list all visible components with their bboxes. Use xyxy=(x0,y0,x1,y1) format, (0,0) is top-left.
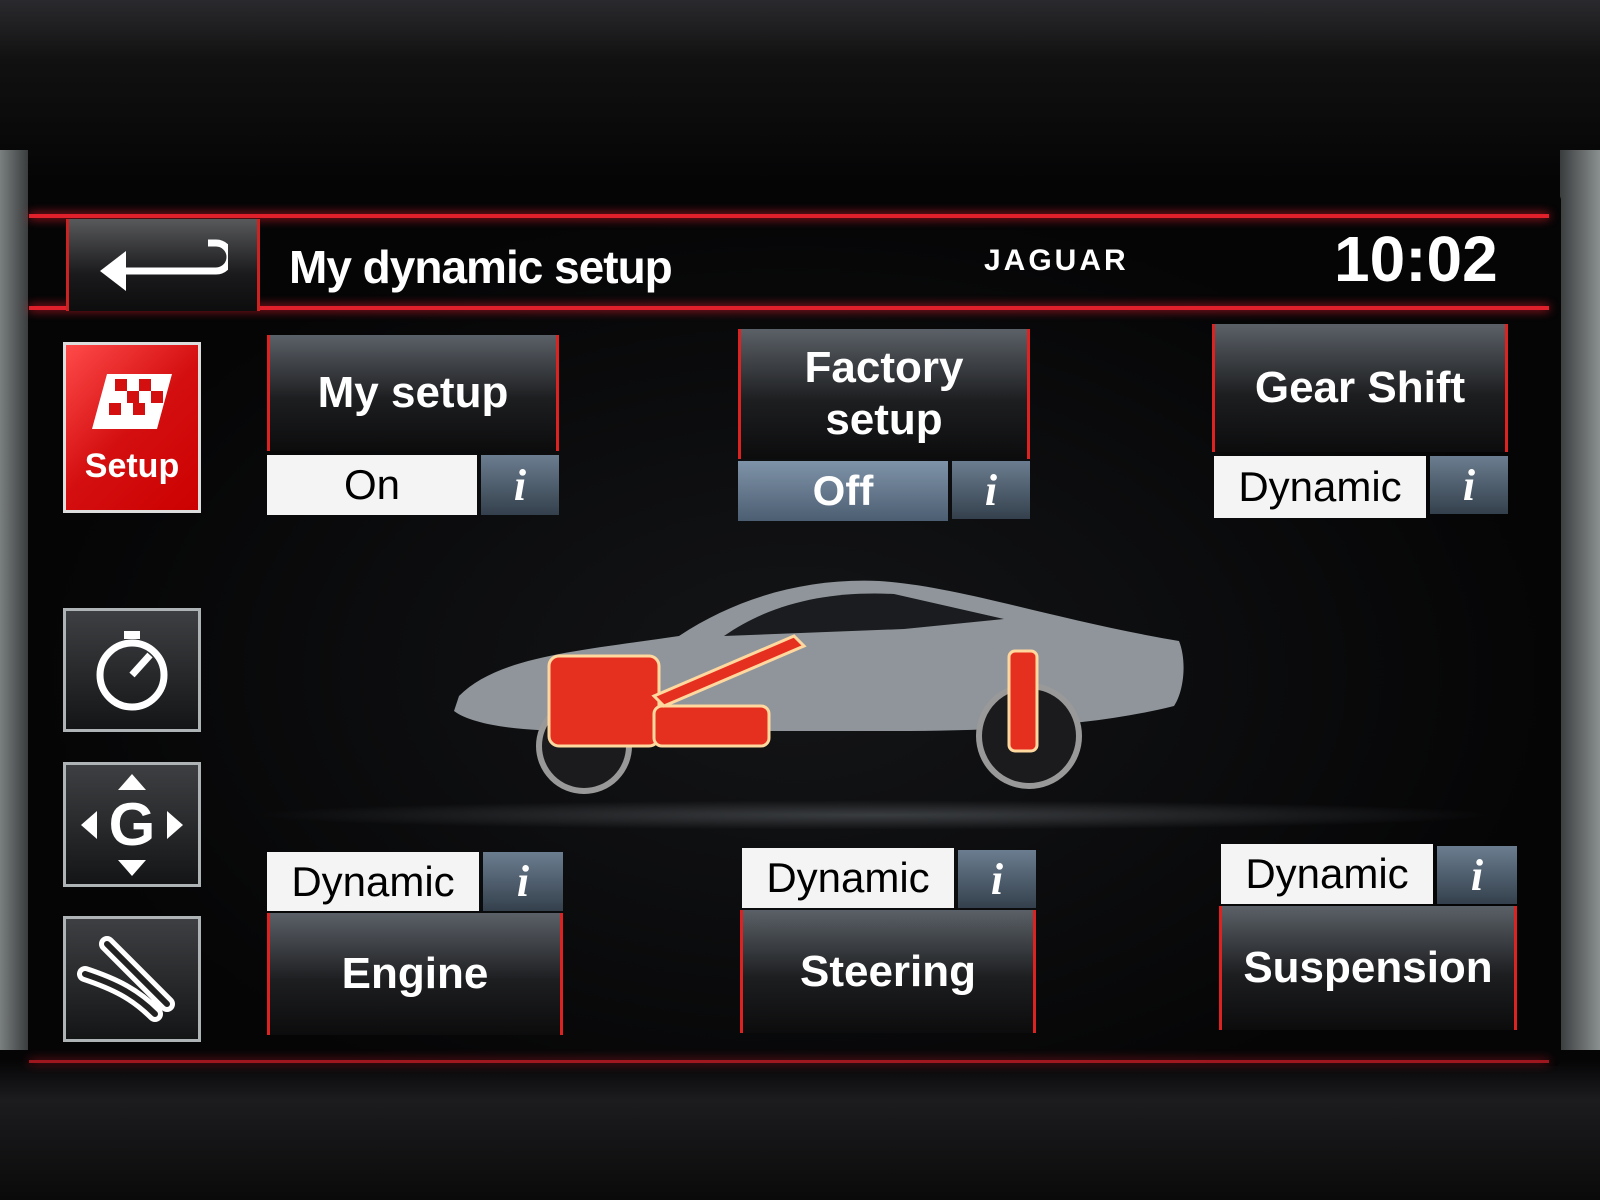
track-icon xyxy=(77,936,175,1022)
brand-logo: JAGUAR xyxy=(984,244,1129,277)
info-icon[interactable]: i xyxy=(1437,846,1517,904)
checkered-flag-icon xyxy=(92,374,172,429)
steering-status[interactable]: Dynamic xyxy=(742,848,954,908)
header-top-divider xyxy=(29,214,1549,218)
stopwatch-icon xyxy=(96,631,168,711)
car-illustration xyxy=(454,580,1184,794)
factory-setup-button[interactable]: Factory setup xyxy=(738,329,1030,459)
page-title: My dynamic setup xyxy=(289,241,673,293)
engine-status[interactable]: Dynamic xyxy=(267,852,479,911)
bezel-trim xyxy=(1560,150,1600,1050)
back-arrow-icon xyxy=(100,239,228,291)
sidebar-item-label: Setup xyxy=(84,447,180,485)
info-icon[interactable]: i xyxy=(952,461,1030,519)
clock: 10:02 xyxy=(1334,223,1498,295)
info-icon[interactable]: i xyxy=(1430,456,1508,514)
my-setup-tile[interactable]: My setup On i xyxy=(267,335,559,525)
steering-button[interactable]: Steering xyxy=(740,910,1036,1033)
sidebar-item-stopwatch[interactable] xyxy=(63,608,201,732)
direction-arrows-icon xyxy=(81,773,183,876)
info-icon[interactable]: i xyxy=(483,852,563,911)
suspension-button[interactable]: Suspension xyxy=(1219,906,1517,1030)
bezel-trim xyxy=(0,150,28,1050)
engine-tile[interactable]: Dynamic i Engine xyxy=(267,852,563,1035)
sidebar-item-setup[interactable]: Setup xyxy=(63,342,201,513)
suspension-tile[interactable]: Dynamic i Suspension xyxy=(1219,844,1517,1030)
gear-shift-button[interactable]: Gear Shift xyxy=(1212,324,1508,452)
gear-shift-status[interactable]: Dynamic xyxy=(1214,456,1426,518)
screen-bottom-edge xyxy=(29,1060,1549,1063)
factory-setup-status[interactable]: Off xyxy=(738,461,948,521)
suspension-status[interactable]: Dynamic xyxy=(1221,844,1433,904)
steering-tile[interactable]: Dynamic i Steering xyxy=(740,848,1036,1033)
my-setup-button[interactable]: My setup xyxy=(267,335,559,451)
info-icon[interactable]: i xyxy=(481,455,559,515)
sidebar-item-track[interactable] xyxy=(63,916,201,1042)
gear-shift-tile[interactable]: Gear Shift Dynamic i xyxy=(1212,324,1508,520)
engine-button[interactable]: Engine xyxy=(267,913,563,1035)
my-setup-status[interactable]: On xyxy=(267,455,477,515)
back-button[interactable] xyxy=(66,219,260,311)
info-icon[interactable]: i xyxy=(958,850,1036,908)
sidebar-item-g-force[interactable]: G xyxy=(63,762,201,887)
factory-setup-tile[interactable]: Factory setup Off i xyxy=(738,329,1030,523)
floor-reflection xyxy=(250,800,1500,830)
